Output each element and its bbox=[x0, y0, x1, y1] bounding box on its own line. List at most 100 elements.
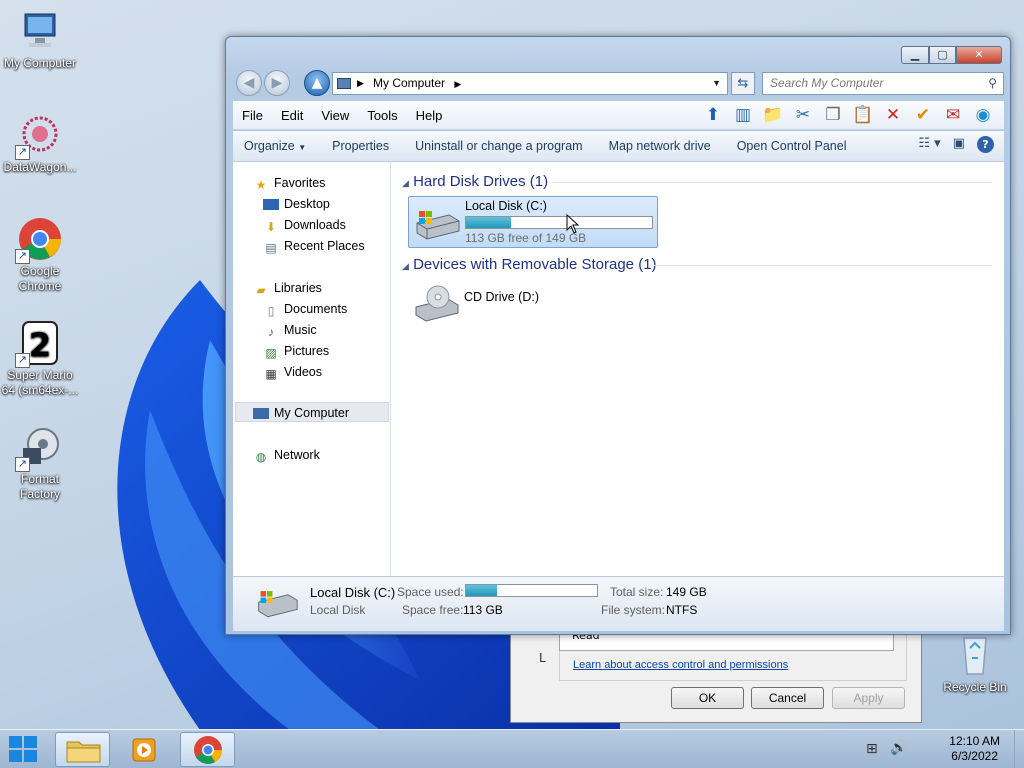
file-system-label: File system: bbox=[601, 603, 666, 617]
desktop-icon-label: Super Mario 64 (sm64ex-... bbox=[1, 368, 79, 397]
mouse-cursor-icon bbox=[566, 214, 580, 234]
search-icon: ⚲ bbox=[988, 76, 997, 90]
minimize-button[interactable]: ▁ bbox=[901, 46, 929, 64]
nav-recent-places[interactable]: ▤ Recent Places bbox=[263, 236, 365, 256]
nav-favorites[interactable]: ★ Favorites bbox=[253, 173, 326, 193]
drive-cd-d[interactable]: CD Drive (D:) bbox=[408, 278, 658, 330]
volume-icon[interactable]: 🔊 bbox=[890, 740, 907, 756]
address-bar[interactable]: ▶ My Computer ▶ ▼ bbox=[332, 72, 728, 95]
nav-libraries[interactable]: ▰ Libraries bbox=[253, 278, 322, 298]
panes-icon[interactable]: ▥ bbox=[730, 103, 756, 127]
clock[interactable]: 12:10 AM 6/3/2022 bbox=[949, 734, 1000, 764]
nav-downloads[interactable]: ⬇ Downloads bbox=[263, 215, 346, 235]
shortcut-arrow-icon: ↗ bbox=[15, 249, 30, 264]
menu-view[interactable]: View bbox=[312, 108, 358, 123]
navigation-pane: ★ Favorites Desktop ⬇ Downloads ▤ Recent Pl… bbox=[233, 162, 391, 576]
menu-file[interactable]: File bbox=[233, 108, 272, 123]
up-folder-icon[interactable]: ⬆ bbox=[700, 103, 726, 127]
preview-pane-icon[interactable]: ▣ bbox=[953, 136, 965, 153]
desktop-icon-super-mario-64[interactable]: 2 ↗ Super Mario 64 (sm64ex-... bbox=[0, 320, 80, 398]
toolbar-icons: ⬆ ▥ 📁 ✂ ❐ 📋 ✕ ✔ ✉ ◉ bbox=[700, 103, 996, 127]
nav-desktop[interactable]: Desktop bbox=[263, 194, 330, 214]
rename-icon[interactable]: ✉ bbox=[940, 103, 966, 127]
videos-icon: ▦ bbox=[265, 367, 277, 381]
chrome-icon: ↗ bbox=[15, 216, 63, 264]
refresh-button[interactable]: ⇆ bbox=[731, 72, 755, 95]
nav-documents[interactable]: ▯ Documents bbox=[263, 299, 348, 319]
taskbar-explorer[interactable] bbox=[55, 732, 110, 767]
uninstall-program-button[interactable]: Uninstall or change a program bbox=[404, 139, 597, 153]
drive-name: CD Drive (D:) bbox=[464, 290, 539, 304]
music-icon: ♪ bbox=[268, 325, 274, 339]
breadcrumb-my-computer[interactable]: My Computer bbox=[373, 76, 445, 90]
back-button[interactable]: ◀ bbox=[236, 70, 262, 96]
hard-drive-icon bbox=[258, 591, 298, 618]
desktop-icon-recycle-bin[interactable]: Recycle Bin bbox=[935, 632, 1015, 695]
show-desktop-button[interactable] bbox=[1014, 730, 1024, 768]
nav-label: Videos bbox=[284, 365, 322, 379]
map-network-drive-button[interactable]: Map network drive bbox=[598, 139, 726, 153]
nav-network[interactable]: ◍ Network bbox=[253, 445, 320, 465]
cancel-button[interactable]: Cancel bbox=[751, 687, 824, 709]
breadcrumb-arrow-icon[interactable]: ▶ bbox=[454, 79, 461, 89]
nav-label: Network bbox=[274, 448, 320, 462]
breadcrumb-arrow-icon[interactable]: ▶ bbox=[357, 73, 364, 94]
taskbar-chrome[interactable] bbox=[180, 732, 235, 767]
network-tray-icon[interactable]: ⊞ bbox=[866, 741, 878, 757]
taskbar-media-player[interactable] bbox=[117, 732, 172, 767]
hard-drive-icon bbox=[416, 211, 460, 240]
desktop-icon-datawagon[interactable]: ↗ DataWagon... bbox=[0, 112, 80, 175]
globe-icon[interactable]: ◉ bbox=[970, 103, 996, 127]
organize-button[interactable]: Organize ▼ bbox=[233, 139, 321, 153]
drive-local-disk-c[interactable]: Local Disk (C:) 113 GB free of 149 GB bbox=[408, 196, 658, 248]
search-input[interactable]: Search My Computer ⚲ bbox=[762, 72, 1004, 95]
desktop-icon-google-chrome[interactable]: ↗ Google Chrome bbox=[0, 216, 80, 294]
nav-pictures[interactable]: ▨ Pictures bbox=[263, 341, 329, 361]
pictures-icon: ▨ bbox=[265, 346, 277, 360]
group-header-removable[interactable]: ◢ Devices with Removable Storage (1) bbox=[402, 256, 657, 273]
menu-help[interactable]: Help bbox=[407, 108, 452, 123]
desktop-icon-format-factory[interactable]: ↗ Format Factory bbox=[0, 424, 80, 502]
space-used-label: Space used: bbox=[397, 585, 464, 599]
help-icon[interactable]: ? bbox=[977, 136, 994, 153]
close-button[interactable]: ✕ bbox=[956, 46, 1002, 64]
libraries-icon: ▰ bbox=[256, 283, 266, 297]
properties-button[interactable]: Properties bbox=[321, 139, 404, 153]
up-button[interactable]: ▲ bbox=[304, 70, 330, 96]
nav-my-computer[interactable]: My Computer bbox=[253, 403, 349, 423]
view-options-icon[interactable]: ☷ ▾ bbox=[918, 136, 940, 153]
ok-button[interactable]: OK bbox=[671, 687, 744, 709]
file-system-value: NTFS bbox=[666, 603, 698, 617]
network-icon: ◍ bbox=[255, 450, 267, 464]
start-button[interactable] bbox=[0, 730, 50, 768]
apply-button[interactable]: Apply bbox=[832, 687, 905, 709]
desktop-icon-my-computer[interactable]: My Computer bbox=[0, 8, 80, 71]
super-mario-icon: 2 ↗ bbox=[15, 320, 63, 368]
cut-icon[interactable]: ✂ bbox=[790, 103, 816, 127]
nav-music[interactable]: ♪ Music bbox=[263, 320, 317, 340]
cd-drive-icon bbox=[415, 285, 459, 322]
folder-icon bbox=[66, 741, 101, 763]
nav-label: Downloads bbox=[284, 218, 346, 232]
window-controls: ▁ ▢ ✕ bbox=[901, 46, 1002, 64]
folder-options-icon[interactable]: 📁 bbox=[760, 103, 786, 127]
collapse-arrow-icon: ◢ bbox=[402, 178, 409, 188]
paste-icon[interactable]: 📋 bbox=[850, 103, 876, 127]
group-header-hard-disk[interactable]: ◢ Hard Disk Drives (1) bbox=[402, 173, 548, 190]
open-control-panel-button[interactable]: Open Control Panel bbox=[726, 139, 862, 153]
delete-icon[interactable]: ✕ bbox=[880, 103, 906, 127]
menu-edit[interactable]: Edit bbox=[272, 108, 312, 123]
computer-icon bbox=[337, 78, 351, 89]
properties-check-icon[interactable]: ✔ bbox=[910, 103, 936, 127]
maximize-button[interactable]: ▢ bbox=[929, 46, 956, 64]
copy-icon[interactable]: ❐ bbox=[820, 103, 846, 127]
menu-tools[interactable]: Tools bbox=[358, 108, 406, 123]
nav-videos[interactable]: ▦ Videos bbox=[263, 362, 322, 382]
address-dropdown-icon[interactable]: ▼ bbox=[712, 73, 721, 94]
format-factory-icon: ↗ bbox=[15, 424, 63, 472]
details-usage-bar bbox=[465, 584, 598, 597]
forward-button[interactable]: ▶ bbox=[264, 70, 290, 96]
nav-label: Recent Places bbox=[284, 239, 365, 253]
access-control-link[interactable]: Learn about access control and permissio… bbox=[573, 659, 788, 671]
nav-label: Desktop bbox=[284, 197, 330, 211]
